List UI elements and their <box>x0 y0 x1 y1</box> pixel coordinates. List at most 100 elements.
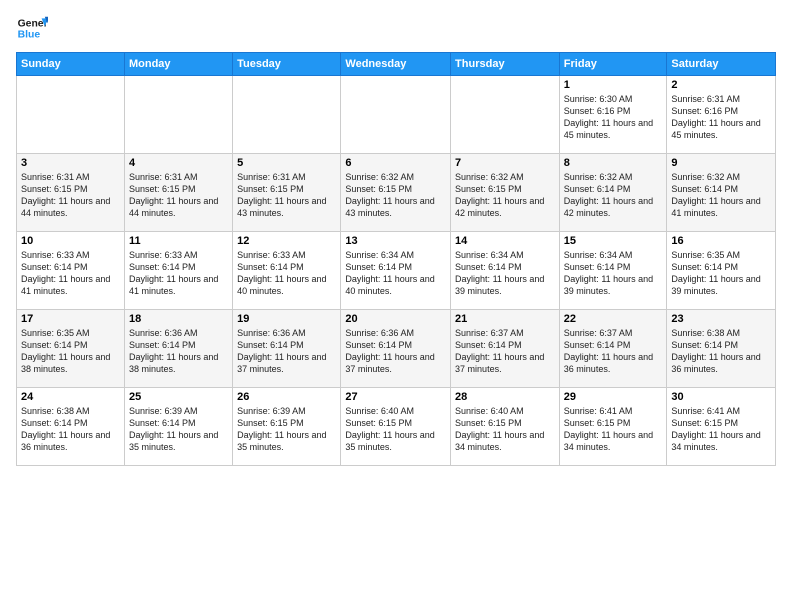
day-info: Sunrise: 6:32 AM Sunset: 6:15 PM Dayligh… <box>345 171 446 220</box>
calendar-cell: 30 Sunrise: 6:41 AM Sunset: 6:15 PM Dayli… <box>667 388 776 466</box>
day-number: 3 <box>21 157 120 169</box>
weekday-header-friday: Friday <box>559 53 667 76</box>
day-info: Sunrise: 6:31 AM Sunset: 6:15 PM Dayligh… <box>21 171 120 220</box>
calendar-cell: 2 Sunrise: 6:31 AM Sunset: 6:16 PM Daylig… <box>667 76 776 154</box>
day-info: Sunrise: 6:31 AM Sunset: 6:15 PM Dayligh… <box>129 171 228 220</box>
calendar-cell: 11 Sunrise: 6:33 AM Sunset: 6:14 PM Dayli… <box>124 232 232 310</box>
weekday-header-wednesday: Wednesday <box>341 53 451 76</box>
day-info: Sunrise: 6:39 AM Sunset: 6:15 PM Dayligh… <box>237 405 336 454</box>
day-info: Sunrise: 6:38 AM Sunset: 6:14 PM Dayligh… <box>21 405 120 454</box>
calendar-cell: 6 Sunrise: 6:32 AM Sunset: 6:15 PM Daylig… <box>341 154 451 232</box>
calendar-week-0: 1 Sunrise: 6:30 AM Sunset: 6:16 PM Daylig… <box>17 76 776 154</box>
calendar-cell <box>451 76 560 154</box>
day-number: 8 <box>564 157 663 169</box>
day-number: 28 <box>455 391 555 403</box>
day-info: Sunrise: 6:32 AM Sunset: 6:14 PM Dayligh… <box>671 171 771 220</box>
day-number: 16 <box>671 235 771 247</box>
day-number: 15 <box>564 235 663 247</box>
logo: General Blue <box>16 12 24 44</box>
day-number: 22 <box>564 313 663 325</box>
day-info: Sunrise: 6:35 AM Sunset: 6:14 PM Dayligh… <box>21 327 120 376</box>
day-info: Sunrise: 6:36 AM Sunset: 6:14 PM Dayligh… <box>129 327 228 376</box>
calendar-cell: 25Sunrise: 6:39 AM Sunset: 6:14 PM Dayli… <box>124 388 232 466</box>
header: General Blue <box>16 12 776 44</box>
day-number: 6 <box>345 157 446 169</box>
day-number: 17 <box>21 313 120 325</box>
day-info: Sunrise: 6:33 AM Sunset: 6:14 PM Dayligh… <box>237 249 336 298</box>
day-number: 7 <box>455 157 555 169</box>
weekday-header-monday: Monday <box>124 53 232 76</box>
calendar-cell <box>233 76 341 154</box>
day-info: Sunrise: 6:41 AM Sunset: 6:15 PM Dayligh… <box>671 405 771 454</box>
day-number: 4 <box>129 157 228 169</box>
day-number: 23 <box>671 313 771 325</box>
day-info: Sunrise: 6:30 AM Sunset: 6:16 PM Dayligh… <box>564 93 663 142</box>
logo-icon: General Blue <box>16 12 48 44</box>
calendar-week-3: 17 Sunrise: 6:35 AM Sunset: 6:14 PM Dayli… <box>17 310 776 388</box>
calendar-cell: 9 Sunrise: 6:32 AM Sunset: 6:14 PM Daylig… <box>667 154 776 232</box>
day-number: 26 <box>237 391 336 403</box>
day-info: Sunrise: 6:33 AM Sunset: 6:14 PM Dayligh… <box>21 249 120 298</box>
calendar-cell: 1 Sunrise: 6:30 AM Sunset: 6:16 PM Daylig… <box>559 76 667 154</box>
day-info: Sunrise: 6:36 AM Sunset: 6:14 PM Dayligh… <box>345 327 446 376</box>
day-info: Sunrise: 6:33 AM Sunset: 6:14 PM Dayligh… <box>129 249 228 298</box>
day-number: 18 <box>129 313 228 325</box>
weekday-header-saturday: Saturday <box>667 53 776 76</box>
calendar-cell: 27Sunrise: 6:40 AM Sunset: 6:15 PM Dayli… <box>341 388 451 466</box>
day-number: 29 <box>564 391 663 403</box>
day-number: 2 <box>671 79 771 91</box>
calendar-cell: 4 Sunrise: 6:31 AM Sunset: 6:15 PM Daylig… <box>124 154 232 232</box>
calendar-cell: 7 Sunrise: 6:32 AM Sunset: 6:15 PM Daylig… <box>451 154 560 232</box>
day-info: Sunrise: 6:34 AM Sunset: 6:14 PM Dayligh… <box>564 249 663 298</box>
calendar-cell: 19 Sunrise: 6:36 AM Sunset: 6:14 PM Dayli… <box>233 310 341 388</box>
day-number: 1 <box>564 79 663 91</box>
calendar-cell: 22 Sunrise: 6:37 AM Sunset: 6:14 PM Dayli… <box>559 310 667 388</box>
calendar-cell: 15 Sunrise: 6:34 AM Sunset: 6:14 PM Dayli… <box>559 232 667 310</box>
day-info: Sunrise: 6:38 AM Sunset: 6:14 PM Dayligh… <box>671 327 771 376</box>
day-info: Sunrise: 6:39 AM Sunset: 6:14 PM Dayligh… <box>129 405 228 454</box>
calendar-cell: 17 Sunrise: 6:35 AM Sunset: 6:14 PM Dayli… <box>17 310 125 388</box>
day-info: Sunrise: 6:31 AM Sunset: 6:15 PM Dayligh… <box>237 171 336 220</box>
page: General Blue SundayMondayTuesdayWednesda… <box>0 0 792 612</box>
calendar-cell: 16 Sunrise: 6:35 AM Sunset: 6:14 PM Dayli… <box>667 232 776 310</box>
day-number: 12 <box>237 235 336 247</box>
calendar-cell <box>124 76 232 154</box>
calendar-cell: 14 Sunrise: 6:34 AM Sunset: 6:14 PM Dayli… <box>451 232 560 310</box>
day-info: Sunrise: 6:37 AM Sunset: 6:14 PM Dayligh… <box>455 327 555 376</box>
day-number: 5 <box>237 157 336 169</box>
day-number: 9 <box>671 157 771 169</box>
calendar-cell <box>17 76 125 154</box>
day-number: 13 <box>345 235 446 247</box>
day-info: Sunrise: 6:40 AM Sunset: 6:15 PM Dayligh… <box>455 405 555 454</box>
calendar-cell: 28 Sunrise: 6:40 AM Sunset: 6:15 PM Dayli… <box>451 388 560 466</box>
day-number: 30 <box>671 391 771 403</box>
weekday-header-sunday: Sunday <box>17 53 125 76</box>
day-number: 21 <box>455 313 555 325</box>
day-info: Sunrise: 6:34 AM Sunset: 6:14 PM Dayligh… <box>345 249 446 298</box>
day-info: Sunrise: 6:37 AM Sunset: 6:14 PM Dayligh… <box>564 327 663 376</box>
calendar-cell: 13 Sunrise: 6:34 AM Sunset: 6:14 PM Dayli… <box>341 232 451 310</box>
calendar-header-row: SundayMondayTuesdayWednesdayThursdayFrid… <box>17 53 776 76</box>
calendar-cell: 3 Sunrise: 6:31 AM Sunset: 6:15 PM Daylig… <box>17 154 125 232</box>
calendar: SundayMondayTuesdayWednesdayThursdayFrid… <box>16 52 776 466</box>
weekday-header-thursday: Thursday <box>451 53 560 76</box>
day-info: Sunrise: 6:36 AM Sunset: 6:14 PM Dayligh… <box>237 327 336 376</box>
day-number: 10 <box>21 235 120 247</box>
calendar-cell: 24Sunrise: 6:38 AM Sunset: 6:14 PM Dayli… <box>17 388 125 466</box>
calendar-cell: 29 Sunrise: 6:41 AM Sunset: 6:15 PM Dayli… <box>559 388 667 466</box>
calendar-cell <box>341 76 451 154</box>
day-info: Sunrise: 6:41 AM Sunset: 6:15 PM Dayligh… <box>564 405 663 454</box>
weekday-header-tuesday: Tuesday <box>233 53 341 76</box>
calendar-cell: 10 Sunrise: 6:33 AM Sunset: 6:14 PM Dayli… <box>17 232 125 310</box>
day-info: Sunrise: 6:34 AM Sunset: 6:14 PM Dayligh… <box>455 249 555 298</box>
day-number: 14 <box>455 235 555 247</box>
day-info: Sunrise: 6:35 AM Sunset: 6:14 PM Dayligh… <box>671 249 771 298</box>
day-number: 19 <box>237 313 336 325</box>
calendar-cell: 18 Sunrise: 6:36 AM Sunset: 6:14 PM Dayli… <box>124 310 232 388</box>
day-info: Sunrise: 6:31 AM Sunset: 6:16 PM Dayligh… <box>671 93 771 142</box>
calendar-cell: 20Sunrise: 6:36 AM Sunset: 6:14 PM Dayli… <box>341 310 451 388</box>
day-number: 27 <box>345 391 446 403</box>
calendar-cell: 21 Sunrise: 6:37 AM Sunset: 6:14 PM Dayli… <box>451 310 560 388</box>
day-number: 11 <box>129 235 228 247</box>
day-info: Sunrise: 6:32 AM Sunset: 6:15 PM Dayligh… <box>455 171 555 220</box>
